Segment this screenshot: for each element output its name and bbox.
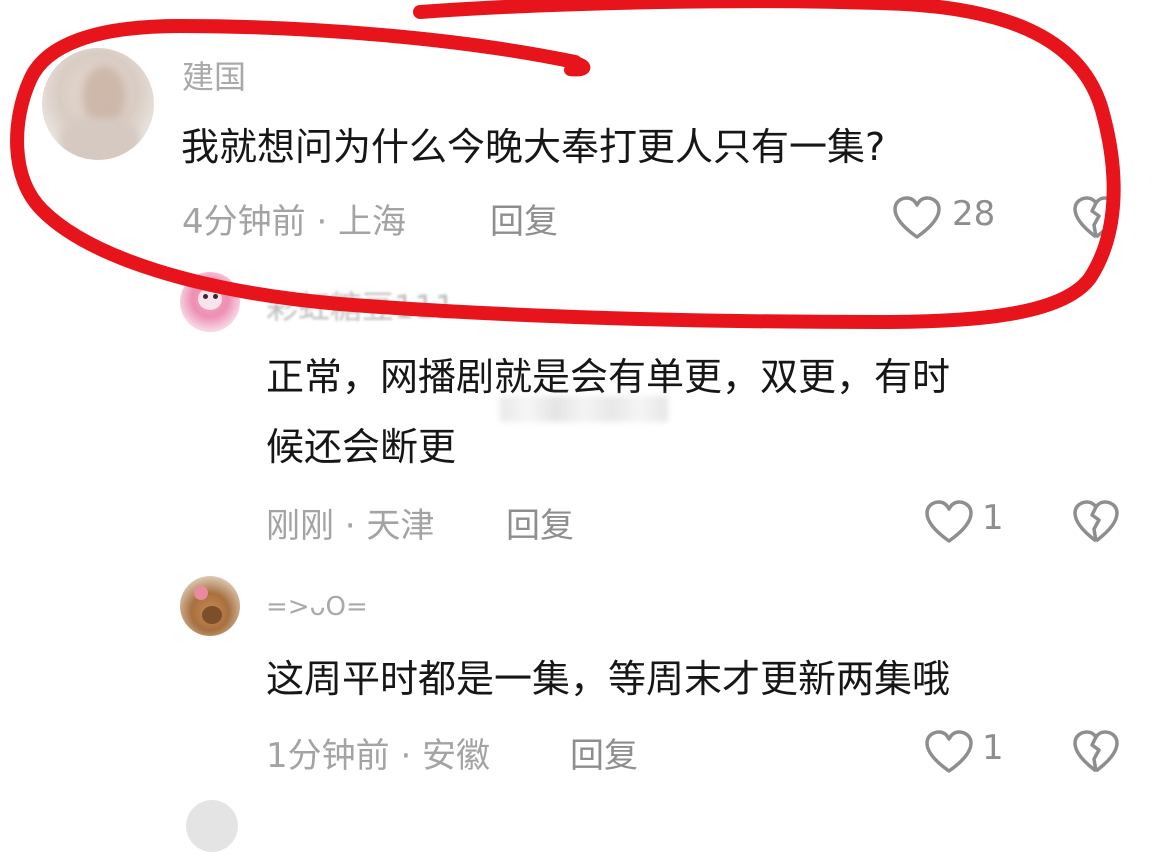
red-circle-annotation bbox=[10, 0, 1121, 329]
